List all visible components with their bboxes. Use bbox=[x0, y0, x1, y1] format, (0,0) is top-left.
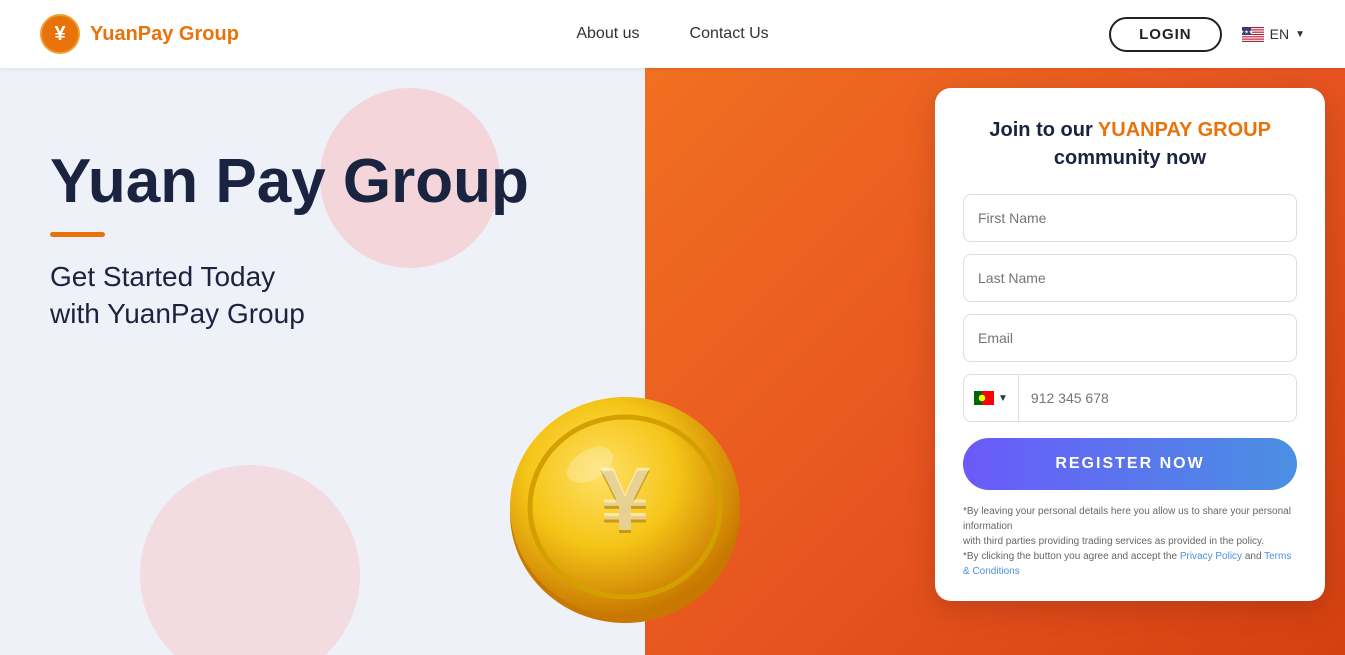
nav-about-us[interactable]: About us bbox=[576, 25, 639, 43]
register-button[interactable]: REGISTER NOW bbox=[963, 438, 1297, 490]
logo-icon: ¥ bbox=[40, 14, 80, 54]
coin-image: ¥ ¥ bbox=[500, 385, 750, 655]
registration-form-card: Join to our YUANPAY GROUP community now … bbox=[935, 88, 1325, 601]
hero-section: ₿ $ € ¥ ₤ ⊞ Yuan Pay Group Get Started T… bbox=[0, 68, 1345, 655]
login-button[interactable]: LOGIN bbox=[1109, 17, 1222, 52]
portugal-flag-icon bbox=[974, 391, 994, 405]
flag-icon: ★★★ bbox=[1242, 27, 1264, 42]
form-disclaimer: *By leaving your personal details here y… bbox=[963, 504, 1297, 579]
form-title: Join to our YUANPAY GROUP community now bbox=[963, 116, 1297, 172]
first-name-input[interactable] bbox=[963, 194, 1297, 242]
hero-divider bbox=[50, 232, 105, 237]
svg-text:¥: ¥ bbox=[54, 23, 66, 45]
hero-title: Yuan Pay Group bbox=[50, 148, 529, 216]
flag-dropdown-arrow[interactable]: ▼ bbox=[998, 393, 1008, 404]
yen-coin-svg: ¥ ¥ bbox=[500, 385, 750, 635]
logo[interactable]: ¥ YuanPay Group bbox=[40, 14, 239, 54]
hero-subtitle: Get Started Today with YuanPay Group bbox=[50, 259, 529, 332]
phone-row: ▼ bbox=[963, 374, 1297, 422]
lang-label: EN bbox=[1270, 26, 1289, 42]
privacy-policy-link[interactable]: Privacy Policy bbox=[1180, 551, 1242, 562]
hero-text: Yuan Pay Group Get Started Today with Yu… bbox=[50, 148, 529, 332]
nav-center: About us Contact Us bbox=[576, 25, 768, 43]
phone-flag-selector[interactable]: ▼ bbox=[964, 375, 1019, 421]
nav-right: LOGIN ★★★ EN ▼ bbox=[1109, 17, 1305, 52]
email-input[interactable] bbox=[963, 314, 1297, 362]
logo-text: YuanPay Group bbox=[90, 23, 239, 46]
svg-text:★★★: ★★★ bbox=[1242, 29, 1254, 35]
navbar: ¥ YuanPay Group About us Contact Us LOGI… bbox=[0, 0, 1345, 68]
phone-input[interactable] bbox=[1019, 375, 1296, 421]
lang-chevron-icon[interactable]: ▼ bbox=[1295, 29, 1305, 40]
nav-contact-us[interactable]: Contact Us bbox=[690, 25, 769, 43]
last-name-input[interactable] bbox=[963, 254, 1297, 302]
language-selector[interactable]: ★★★ EN ▼ bbox=[1242, 26, 1305, 42]
